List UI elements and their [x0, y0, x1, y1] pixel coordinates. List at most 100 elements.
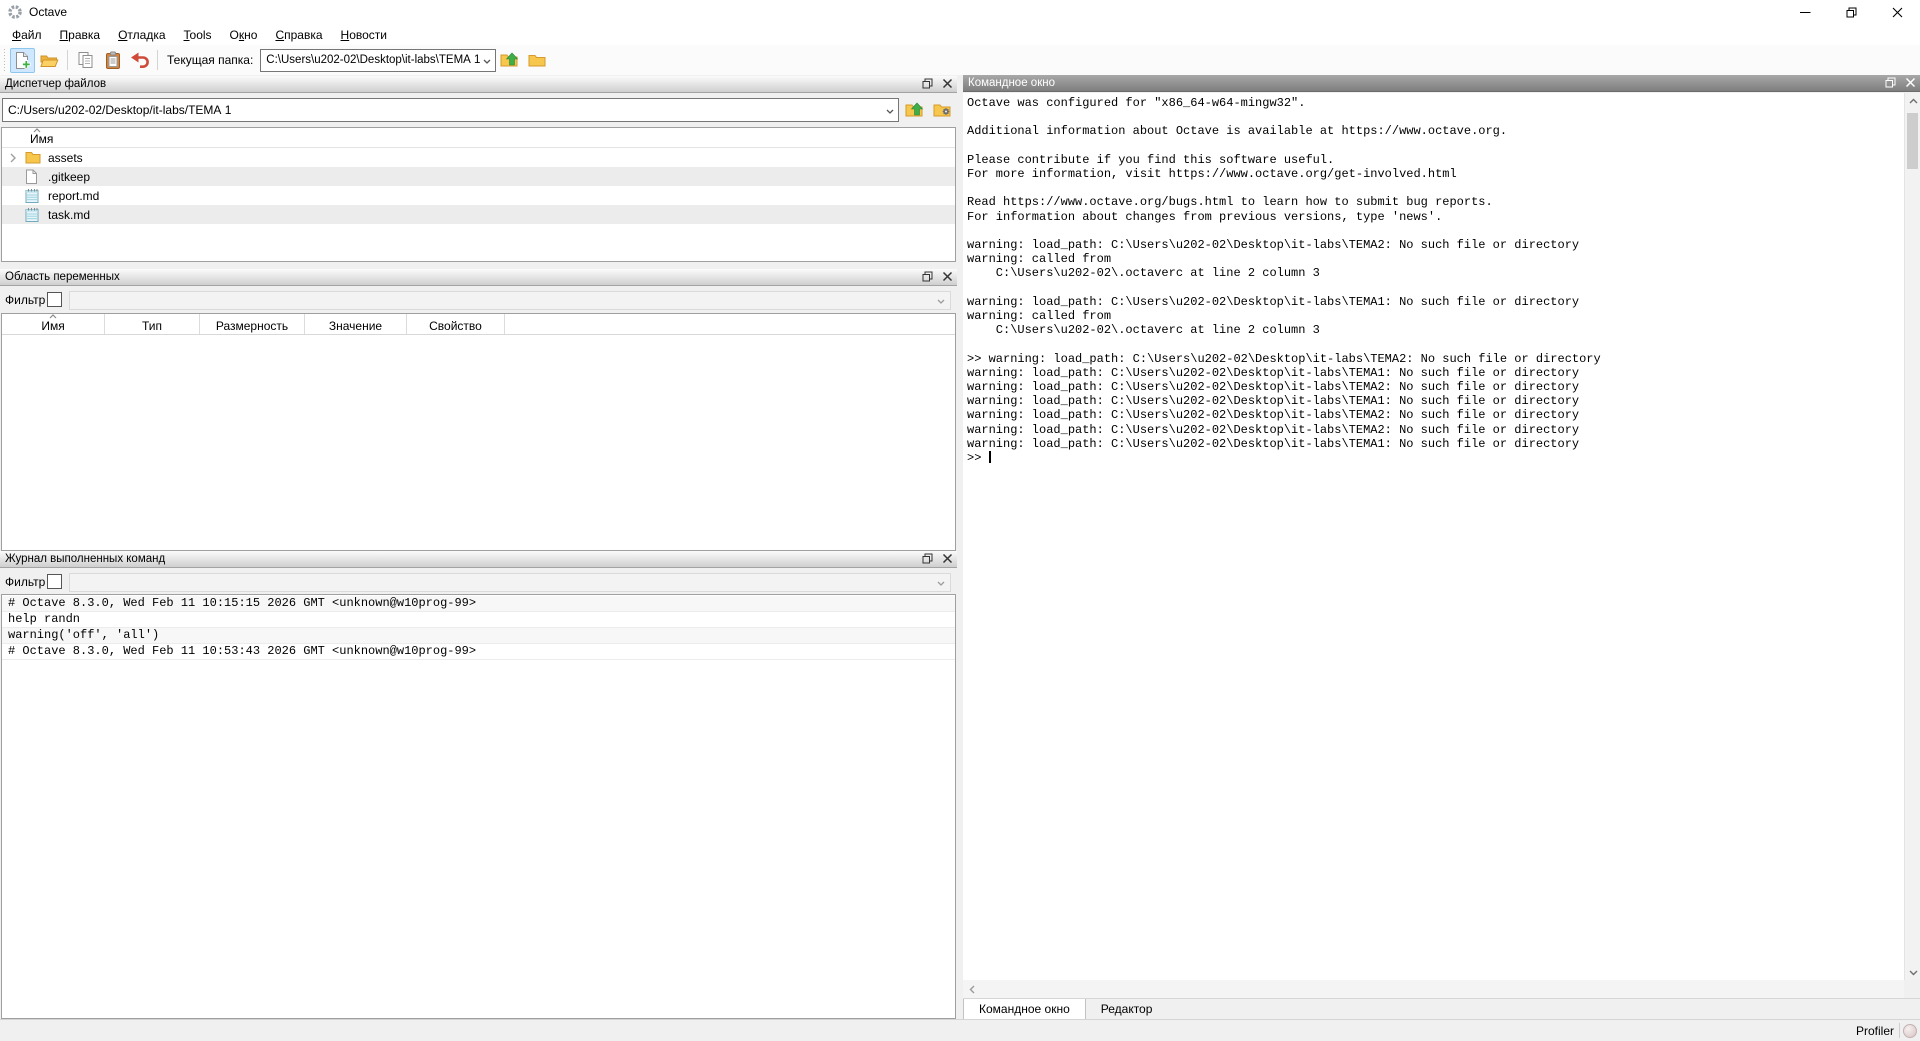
file-name: report.md	[48, 189, 99, 203]
window-controls	[1782, 0, 1920, 25]
history-entry[interactable]: # Octave 8.3.0, Wed Feb 11 10:15:15 2026…	[2, 596, 955, 612]
menu-file[interactable]: Файл	[3, 25, 51, 45]
notepad-file-icon	[25, 188, 41, 203]
file-browser-path: C:/Users/u202-02/Desktop/it-labs/ТЕМА 1	[8, 103, 231, 117]
menu-news[interactable]: Новости	[332, 25, 396, 45]
float-panel-icon[interactable]	[1885, 77, 1896, 88]
open-folder-icon	[40, 53, 59, 68]
horizontal-scrollbar[interactable]	[963, 980, 1904, 998]
command-window-header[interactable]: Командное окно	[963, 75, 1920, 92]
paste-icon	[104, 51, 122, 70]
undo-button[interactable]	[127, 48, 152, 73]
panel-title: Командное окно	[968, 77, 1055, 89]
float-panel-icon[interactable]	[922, 553, 933, 564]
copy-icon	[77, 51, 95, 69]
file-row-task[interactable]: task.md	[2, 205, 955, 224]
minimize-icon[interactable]	[1782, 0, 1828, 25]
filter-label: Фильтр	[5, 575, 45, 589]
history-entry[interactable]: help randn	[2, 612, 955, 628]
file-list: Имя assets .gitkeep report.md tas	[1, 127, 956, 262]
open-file-button[interactable]	[37, 48, 62, 73]
column-header-dimension[interactable]: Размерность	[200, 314, 305, 334]
close-panel-icon[interactable]	[942, 271, 953, 282]
octave-main-window: Octave Файл Правка Отладка Tools Окно Сп…	[0, 0, 1920, 1041]
console-area[interactable]: Octave was configured for "x86_64-w64-mi…	[963, 93, 1904, 980]
new-script-icon	[13, 51, 32, 70]
menu-debug[interactable]: Отладка	[109, 25, 174, 45]
tab-command-window[interactable]: Командное окно	[963, 999, 1086, 1020]
browse-directory-button[interactable]	[524, 48, 549, 73]
status-separator	[1899, 1023, 1900, 1038]
file-name: assets	[48, 151, 83, 165]
menu-tools[interactable]: Tools	[175, 25, 221, 45]
menu-edit[interactable]: Правка	[51, 25, 110, 45]
profiler-label: Profiler	[1856, 1024, 1894, 1038]
current-dir-combo[interactable]: C:\Users\u202-02\Desktop\it-labs\ТЕМА 1	[260, 49, 496, 72]
filter-combo[interactable]	[69, 573, 951, 592]
history-entry[interactable]: warning('off', 'all')	[2, 628, 955, 644]
close-icon[interactable]	[1874, 0, 1920, 25]
toolbar-separator	[67, 50, 68, 70]
tab-editor[interactable]: Редактор	[1086, 999, 1168, 1020]
menu-window[interactable]: Окно	[221, 25, 267, 45]
workspace-header[interactable]: Область переменных	[0, 269, 957, 286]
file-row-assets[interactable]: assets	[2, 148, 955, 167]
column-header-filler	[505, 314, 955, 334]
file-browser-path-combo[interactable]: C:/Users/u202-02/Desktop/it-labs/ТЕМА 1	[2, 98, 899, 122]
column-header-type[interactable]: Тип	[105, 314, 200, 334]
paste-button[interactable]	[100, 48, 125, 73]
profiler-status-led-icon[interactable]	[1903, 1024, 1917, 1038]
copy-button[interactable]	[73, 48, 98, 73]
folder-up-icon	[905, 102, 925, 118]
variables-table: Имя Тип Размерность Значение Свойство	[1, 313, 956, 551]
filter-checkbox[interactable]	[47, 574, 62, 589]
close-panel-icon[interactable]	[942, 553, 953, 564]
file-row-report[interactable]: report.md	[2, 186, 955, 205]
expand-chevron-icon[interactable]	[10, 153, 16, 163]
column-header-attribute[interactable]: Свойство	[407, 314, 505, 334]
close-panel-icon[interactable]	[942, 78, 953, 89]
file-name: task.md	[48, 208, 90, 222]
float-panel-icon[interactable]	[922, 271, 933, 282]
vertical-scrollbar[interactable]	[1904, 93, 1920, 980]
folder-icon	[528, 53, 546, 67]
undo-icon	[130, 51, 149, 69]
filter-checkbox[interactable]	[47, 292, 62, 307]
chevron-down-icon	[886, 109, 894, 114]
folder-actions-button[interactable]	[930, 98, 955, 122]
file-browser-panel: Диспетчер файлов C:/Users/u202-02/Deskto…	[0, 76, 957, 262]
window-title: Octave	[29, 5, 67, 19]
filter-combo[interactable]	[69, 291, 951, 310]
toolbar-grip[interactable]	[2, 49, 9, 71]
file-list-name-column-header[interactable]: Имя	[2, 128, 955, 148]
history-list: # Octave 8.3.0, Wed Feb 11 10:15:15 2026…	[1, 594, 956, 1019]
close-panel-icon[interactable]	[1905, 77, 1916, 88]
scrollbar-thumb[interactable]	[1907, 113, 1918, 169]
command-history-panel: Журнал выполненных команд Фильтр # Octav…	[0, 551, 957, 1019]
scroll-down-icon[interactable]	[1905, 965, 1920, 980]
one-directory-up-button[interactable]	[497, 48, 522, 73]
menu-help[interactable]: Справка	[266, 25, 331, 45]
panel-title: Область переменных	[5, 271, 120, 283]
titlebar: Octave	[0, 0, 1920, 25]
restore-icon[interactable]	[1828, 0, 1874, 25]
filter-label: Фильтр	[5, 293, 45, 307]
file-row-gitkeep[interactable]: .gitkeep	[2, 167, 955, 186]
up-directory-button[interactable]	[902, 98, 927, 122]
float-panel-icon[interactable]	[922, 78, 933, 89]
command-history-header[interactable]: Журнал выполненных команд	[0, 551, 957, 568]
file-icon	[25, 169, 41, 184]
column-header-name[interactable]: Имя	[2, 314, 105, 334]
current-dir-value: C:\Users\u202-02\Desktop\it-labs\ТЕМА 1	[266, 54, 480, 66]
history-entry[interactable]: # Octave 8.3.0, Wed Feb 11 10:53:43 2026…	[2, 644, 955, 660]
scroll-left-icon[interactable]	[965, 982, 979, 996]
file-browser-header[interactable]: Диспетчер файлов	[0, 76, 957, 93]
new-script-button[interactable]	[10, 48, 35, 73]
column-header-value[interactable]: Значение	[305, 314, 407, 334]
scroll-up-icon[interactable]	[1905, 93, 1920, 108]
folder-icon	[25, 150, 41, 165]
main-toolbar: Текущая папка: C:\Users\u202-02\Desktop\…	[0, 45, 1920, 75]
folder-up-icon	[500, 52, 520, 68]
chevron-down-icon	[937, 581, 945, 586]
chevron-down-icon	[483, 59, 491, 64]
